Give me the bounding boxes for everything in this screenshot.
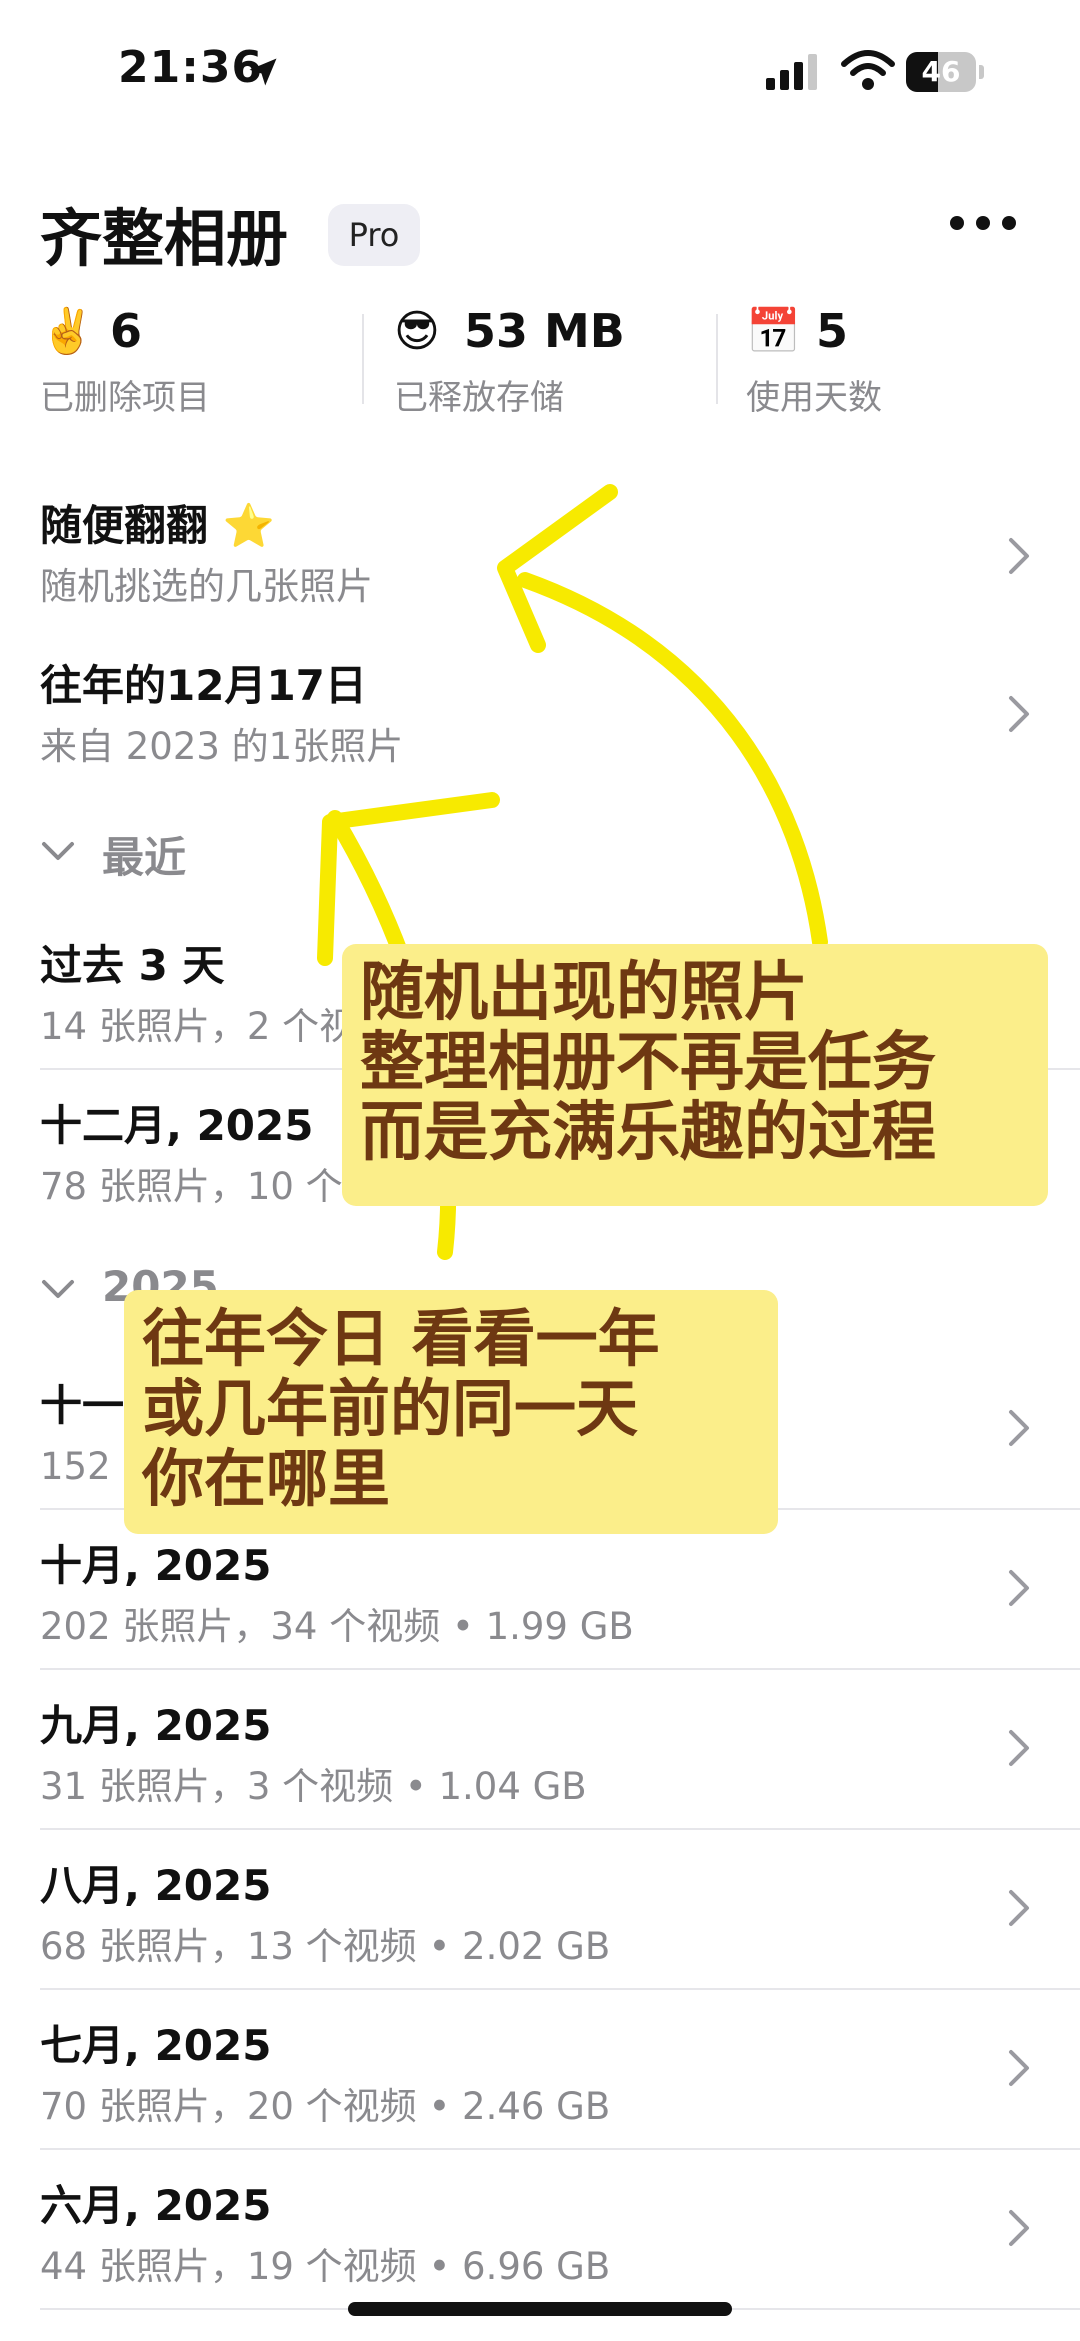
- album-row-october-2025[interactable]: 十月, 2025 202 张照片，34 个视频 • 1.99 GB: [40, 1532, 1080, 1652]
- row-subtitle: 202 张照片，34 个视频 • 1.99 GB: [40, 1605, 634, 1648]
- chevron-down-icon: [42, 1280, 74, 1298]
- status-time: 21:36: [118, 42, 264, 93]
- random-browse-row[interactable]: 随便翻翻 ⭐ 随机挑选的几张照片: [40, 492, 1080, 612]
- row-divider: [40, 1828, 1080, 1830]
- row-subtitle: 31 张照片，3 个视频 • 1.04 GB: [40, 1765, 587, 1808]
- stat-deleted-items: ✌️ 6 已删除项目: [40, 300, 360, 420]
- row-subtitle: 70 张照片，20 个视频 • 2.46 GB: [40, 2085, 611, 2128]
- album-row-september-2025[interactable]: 九月, 2025 31 张照片，3 个视频 • 1.04 GB: [40, 1692, 1080, 1812]
- chevron-right-icon: [1009, 1410, 1029, 1446]
- sunglasses-face-icon: 😎: [394, 306, 440, 357]
- row-title: 八月, 2025: [40, 1861, 272, 1910]
- row-title: 六月, 2025: [40, 2181, 272, 2230]
- stat-divider: [716, 314, 718, 404]
- row-divider: [40, 1668, 1080, 1670]
- row-title: 过去 3 天: [40, 941, 225, 990]
- album-row-august-2025[interactable]: 八月, 2025 68 张照片，13 个视频 • 2.02 GB: [40, 1852, 1080, 1972]
- on-this-day-row[interactable]: 往年的12月17日 来自 2023 的1张照片: [40, 652, 1080, 772]
- home-indicator[interactable]: [348, 2302, 732, 2316]
- stat-divider: [362, 314, 364, 404]
- status-bar: 21:36 46: [0, 0, 1080, 140]
- row-divider: [40, 2148, 1080, 2150]
- pro-badge[interactable]: Pro: [328, 204, 420, 266]
- annotation-note-random: 随机出现的照片 整理相册不再是任务 而是充满乐趣的过程: [342, 944, 1048, 1206]
- chevron-right-icon: [1009, 1570, 1029, 1606]
- stat-label: 使用天数: [746, 378, 882, 418]
- album-row-july-2025[interactable]: 七月, 2025 70 张照片，20 个视频 • 2.46 GB: [40, 2012, 1080, 2132]
- chevron-right-icon: [1009, 696, 1029, 732]
- chevron-right-icon: [1009, 1890, 1029, 1926]
- row-subtitle: 随机挑选的几张照片: [40, 565, 373, 608]
- row-title: 十二月, 2025: [40, 1101, 314, 1150]
- row-subtitle: 68 张照片，13 个视频 • 2.02 GB: [40, 1925, 611, 1968]
- stat-freed-storage: 😎 53 MB 已释放存储: [394, 300, 714, 420]
- row-title: 七月, 2025: [40, 2021, 272, 2070]
- more-options-button[interactable]: [950, 208, 1016, 238]
- chevron-down-icon: [42, 842, 74, 860]
- row-subtitle: 44 张照片，19 个视频 • 6.96 GB: [40, 2245, 611, 2288]
- battery-percent: 46: [921, 55, 961, 88]
- row-title: 往年的12月17日: [40, 661, 367, 710]
- stat-value: 53 MB: [464, 304, 625, 358]
- victory-hand-icon: ✌️: [40, 306, 95, 357]
- row-title: 九月, 2025: [40, 1701, 272, 1750]
- cellular-signal-icon: [766, 54, 817, 90]
- stat-label: 已删除项目: [40, 378, 210, 418]
- section-label: 最近: [102, 833, 187, 882]
- row-title: 五月, 2025: [40, 2330, 271, 2341]
- annotation-note-on-this-day: 往年今日 看看一年 或几年前的同一天 你在哪里: [124, 1290, 778, 1534]
- row-subtitle: 14 张照片，2 个视频: [40, 1005, 394, 1048]
- album-row-june-2025[interactable]: 六月, 2025 44 张照片，19 个视频 • 6.96 GB: [40, 2172, 1080, 2292]
- stat-value: 6: [110, 304, 143, 358]
- chevron-right-icon: [1009, 2050, 1029, 2086]
- section-header-recent[interactable]: 最近: [40, 824, 440, 884]
- chevron-right-icon: [1009, 1730, 1029, 1766]
- row-divider: [40, 1988, 1080, 1990]
- stat-days-used: 📅 5 使用天数: [746, 300, 1066, 420]
- row-title: 十月, 2025: [40, 1541, 272, 1590]
- chevron-right-icon: [1009, 2210, 1029, 2246]
- chevron-right-icon: [1009, 538, 1029, 574]
- battery-indicator: 46: [906, 52, 984, 92]
- wifi-icon: [841, 50, 895, 90]
- location-arrow-icon: [249, 58, 277, 86]
- row-subtitle: 来自 2023 的1张照片: [40, 725, 404, 768]
- row-title: 随便翻翻 ⭐: [40, 501, 275, 550]
- page-title: 齐整相册: [40, 202, 289, 275]
- stat-label: 已释放存储: [394, 378, 564, 418]
- album-row-may-2025[interactable]: 五月, 2025: [40, 2330, 1080, 2341]
- calendar-icon: 📅: [746, 306, 801, 357]
- stat-value: 5: [816, 304, 849, 358]
